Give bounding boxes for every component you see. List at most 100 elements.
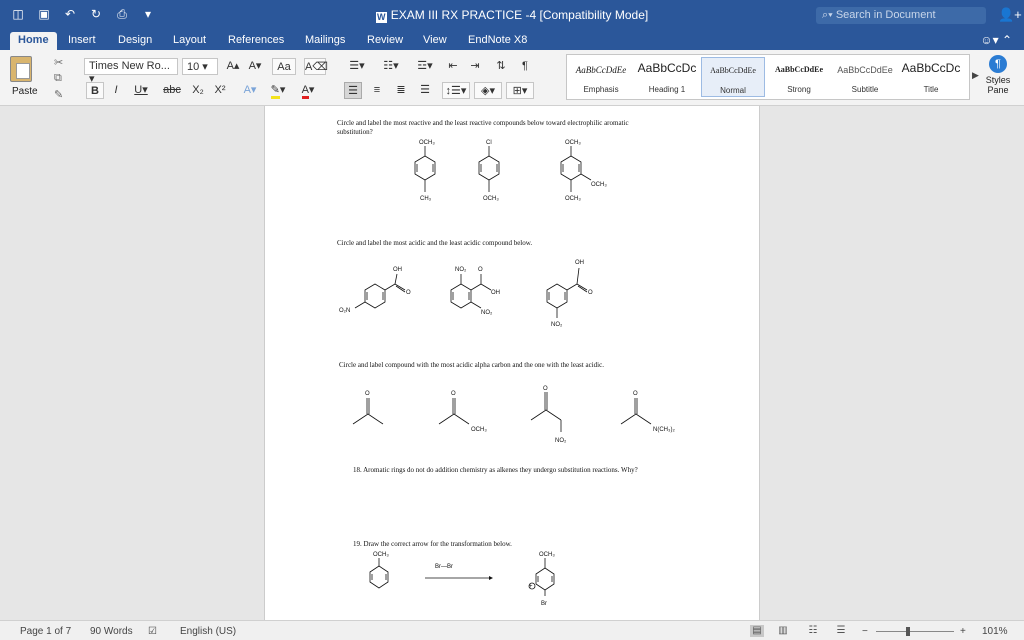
style-heading-1[interactable]: AaBbCcDc Heading 1 [635, 57, 699, 97]
style-name: Heading 1 [648, 85, 686, 94]
increase-font-size-button[interactable]: A▴ [224, 58, 242, 75]
label-o: O [543, 386, 548, 392]
font-name-select[interactable]: Times New Ro... ▾ [84, 58, 178, 85]
style-title[interactable]: AaBbCcDc Title [899, 57, 963, 97]
label-plus: + [529, 584, 533, 590]
line-spacing-button[interactable]: ↕☰▾ [442, 82, 470, 99]
molecule-acetone [352, 398, 384, 425]
label-oh: OH [393, 267, 402, 273]
zoom-slider[interactable] [876, 631, 954, 632]
molecule-dinitrobenzoic-acid [450, 274, 492, 309]
draft-view-icon[interactable]: ☰ [834, 625, 848, 637]
label-n-ch3-2: N(CH₃)₂ [653, 427, 675, 433]
tab-view[interactable]: View [415, 32, 455, 50]
tab-endnote[interactable]: EndNote X8 [460, 32, 535, 50]
font-color-button[interactable]: A▾ [296, 82, 320, 99]
style-normal[interactable]: AaBbCcDdEe Normal [701, 57, 765, 97]
style-sample: AaBbCcDdEe [710, 66, 756, 75]
zoom-slider-thumb[interactable] [906, 627, 910, 636]
decrease-indent-button[interactable]: ⇤ [444, 58, 462, 75]
share-user-icon[interactable]: 👤+ [998, 7, 1022, 23]
q2-molecules: OH O O₂N NO₂ O OH NO₂ OH O NO₂ [339, 260, 593, 328]
molecule-3-nitrobenzoic-acid [546, 267, 588, 318]
q3-molecules: O O OCH₃ O NO₂ O N(CH₃)₂ [352, 386, 675, 444]
status-bar: Page 1 of 7 90 Words ☑ English (US) ▤ ▥ … [0, 620, 1024, 640]
molecule-trimethoxybenzene [560, 146, 592, 192]
superscript-button[interactable]: X² [212, 82, 228, 99]
zoom-level[interactable]: 101% [982, 626, 1008, 637]
label-o: O [406, 290, 411, 296]
tab-review[interactable]: Review [359, 32, 411, 50]
decrease-font-size-button[interactable]: A▾ [246, 58, 264, 75]
numbering-button[interactable]: ☷▾ [376, 58, 406, 75]
page-count[interactable]: Page 1 of 7 [20, 626, 71, 637]
strikethrough-button[interactable]: abc [158, 82, 186, 99]
italic-button[interactable]: I [108, 82, 124, 99]
increase-indent-button[interactable]: ⇥ [466, 58, 484, 75]
shading-button[interactable]: ◈▾ [474, 82, 502, 99]
outline-view-icon[interactable]: ☷ [806, 625, 820, 637]
tab-layout[interactable]: Layout [165, 32, 214, 50]
language[interactable]: English (US) [180, 626, 236, 637]
label-no2: NO₂ [481, 310, 493, 316]
zoom-in-icon[interactable]: + [960, 626, 966, 637]
label-br-br: Br—Br [435, 564, 453, 570]
font-size-select[interactable]: 10 ▾ [182, 58, 218, 75]
smiley-feedback-icon[interactable]: ☺▾ ⌃ [980, 33, 1012, 47]
underline-button[interactable]: U▾ [130, 82, 152, 99]
molecule-dimethylacetamide [620, 398, 652, 425]
highlight-color-button[interactable]: ✎▾ [266, 82, 290, 99]
format-painter-icon[interactable]: ✎ [54, 88, 63, 101]
label-och3: OCH₃ [483, 196, 499, 202]
style-subtitle[interactable]: AaBbCcDdEe Subtitle [833, 57, 897, 97]
web-layout-view-icon[interactable]: ▥ [776, 625, 790, 637]
paste-icon[interactable] [10, 56, 32, 82]
q19-reaction: OCH₃ Br—Br + OCH₃ Br [369, 552, 555, 607]
style-name: Subtitle [851, 85, 879, 94]
proofing-icon[interactable]: ☑ [148, 626, 157, 637]
print-layout-view-icon[interactable]: ▤ [750, 625, 764, 637]
styles-pane-button[interactable]: ¶ Styles Pane [976, 54, 1020, 95]
text-effects-button[interactable]: A▾ [240, 82, 260, 99]
style-sample: AaBbCcDc [901, 61, 961, 75]
borders-button[interactable]: ⊞▾ [506, 82, 534, 99]
font-size-value: 10 [187, 61, 200, 73]
style-strong[interactable]: AaBbCcDdEe Strong [767, 57, 831, 97]
change-case-button[interactable]: Aa [272, 58, 296, 75]
search-in-document-input[interactable]: ⌕▾ Search in Document [816, 7, 986, 24]
document-page[interactable]: Circle and label the most reactive and t… [264, 106, 760, 620]
label-o: O [478, 267, 483, 273]
question-2-text: Circle and label the most acidic and the… [337, 239, 533, 247]
tab-design[interactable]: Design [110, 32, 160, 50]
align-center-button[interactable]: ≡ [368, 82, 386, 99]
tab-insert[interactable]: Insert [60, 32, 104, 50]
label-no2: NO₂ [455, 267, 467, 273]
align-right-button[interactable]: ≣ [392, 82, 410, 99]
tab-home[interactable]: Home [10, 32, 57, 50]
style-emphasis[interactable]: AaBbCcDdEe Emphasis [569, 57, 633, 97]
show-formatting-marks-button[interactable]: ¶ [516, 58, 534, 75]
paste-button[interactable]: Paste [12, 86, 38, 97]
search-icon: ⌕▾ [822, 9, 833, 21]
search-placeholder: Search in Document [835, 9, 936, 21]
subscript-button[interactable]: X₂ [190, 82, 206, 99]
label-och3: OCH₃ [565, 140, 581, 146]
justify-button[interactable]: ☰ [416, 82, 434, 99]
bold-button[interactable]: B [86, 82, 104, 99]
clear-formatting-icon[interactable]: A⌫ [304, 58, 328, 75]
word-count[interactable]: 90 Words [90, 626, 133, 637]
cut-icon[interactable]: ✂ [54, 56, 63, 69]
tab-references[interactable]: References [220, 32, 292, 50]
label-oh: OH [491, 290, 500, 296]
bullets-button[interactable]: ☰▾ [342, 58, 372, 75]
tab-mailings[interactable]: Mailings [297, 32, 353, 50]
multilevel-list-button[interactable]: ☲▾ [410, 58, 440, 75]
label-och3: OCH₃ [419, 140, 435, 146]
style-name: Emphasis [583, 85, 619, 94]
sort-button[interactable]: ⇅ [492, 58, 510, 75]
font-color-icon: A [301, 84, 309, 99]
copy-icon[interactable]: ⧉ [54, 72, 62, 85]
zoom-out-icon[interactable]: − [862, 626, 868, 637]
align-left-button[interactable]: ☰ [344, 82, 362, 99]
label-och3: OCH₃ [471, 427, 487, 433]
